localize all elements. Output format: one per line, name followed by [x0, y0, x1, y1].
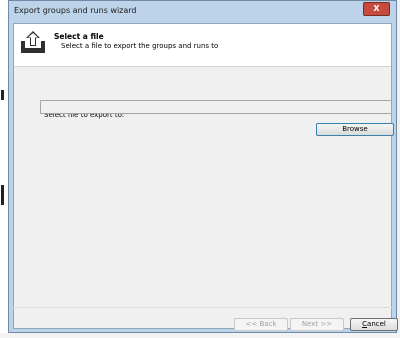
next-button[interactable]: Next >> [290, 318, 344, 331]
close-icon: X [373, 4, 380, 13]
footer-separator [13, 307, 392, 308]
background-mark [1, 90, 4, 100]
window-title: Export groups and runs wizard [14, 6, 137, 15]
browse-button[interactable]: Browse [316, 123, 394, 136]
background-left [0, 0, 8, 338]
cancel-button[interactable]: Cancel [350, 318, 398, 331]
back-button[interactable]: << Back [234, 318, 288, 331]
wizard-header: Select a file Select a file to export th… [14, 24, 391, 67]
wizard-client-area: Select a file Select a file to export th… [13, 23, 392, 329]
title-bar[interactable]: Export groups and runs wizard X [9, 1, 396, 23]
background-bottom [0, 333, 400, 338]
wizard-window: Export groups and runs wizard X Select a… [8, 0, 398, 333]
page-title: Select a file [54, 32, 104, 41]
export-icon [21, 31, 45, 53]
cancel-label: ancel [367, 320, 386, 328]
background-mark [1, 185, 4, 205]
export-file-input[interactable] [40, 100, 392, 114]
page-subtitle: Select a file to export the groups and r… [61, 42, 219, 50]
close-button[interactable]: X [363, 2, 390, 16]
